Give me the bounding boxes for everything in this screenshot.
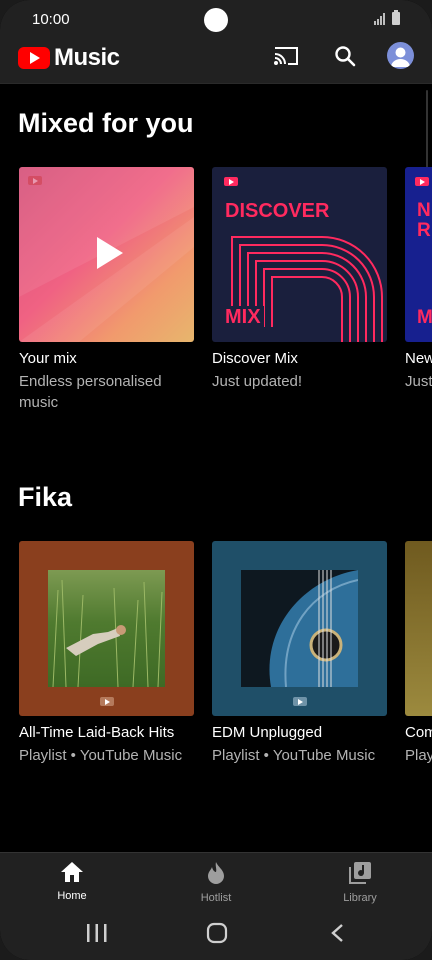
grass-photo [48,570,165,688]
library-icon [349,862,371,884]
card-subtitle: Endless personalised music [19,373,162,411]
laid-back-artwork [19,541,194,716]
card-title: Discover Mix [212,350,298,367]
home-icon [61,862,83,882]
card-title: Your mix [19,350,77,367]
nav-label-home: Home [57,890,87,902]
card-title: New [405,350,432,367]
card-title: Com [405,724,432,741]
card-discover-mix[interactable]: DISCOVER MIX Discover Mix Just updated! [212,167,387,392]
card-subtitle: Just [405,373,432,390]
card-subtitle: Playlist • YouTube Music [19,747,183,764]
youtube-badge-icon [415,177,429,186]
nav-label-hotlist: Hotlist [200,892,232,904]
guitar-illustration [269,570,359,688]
back-icon[interactable] [330,923,346,943]
section-title-mixed-for-you: Mixed for you [18,108,194,138]
status-time: 10:00 [32,11,70,28]
discover-art-text: DISCOVER [225,200,330,222]
nav-item-hotlist[interactable]: Hotlist [176,861,256,904]
youtube-music-logo[interactable]: Music [18,44,120,72]
app-bar: Music [0,40,432,84]
new-release-artwork: N R M [405,167,432,342]
edm-unplugged-artwork [212,541,387,716]
home-system-icon[interactable] [206,922,228,944]
account-avatar[interactable] [387,42,414,69]
nav-item-library[interactable]: Library [320,861,400,904]
card-your-mix[interactable]: Your mix Endless personalised music [19,167,194,413]
person-icon [391,47,410,67]
front-camera [204,8,228,32]
app-frame: 10:00 Music Mixed for you Your mix Endle… [0,0,432,960]
home-feed[interactable]: Mixed for you Your mix Endless personali… [0,84,432,852]
youtube-badge-icon [293,697,307,706]
cast-icon[interactable] [273,44,301,68]
bottom-navigation: Home Hotlist Library [0,852,432,909]
card-edm-unplugged[interactable]: EDM Unplugged Playlist • YouTube Music [212,541,387,766]
partial-artwork [405,541,432,716]
section-title-fika: Fika [18,482,73,512]
youtube-logo-icon [18,47,50,69]
recent-apps-icon[interactable] [86,923,108,943]
mix-art-text: MIX [225,306,264,329]
mix-art-text: M [417,307,432,328]
battery-icon [392,10,400,25]
system-navigation-bar [0,908,432,960]
youtube-badge-icon [28,176,42,185]
card-partial[interactable]: Com Play [405,541,432,766]
nav-label-library: Library [343,892,377,904]
flame-icon [208,862,224,884]
card-new-release-mix[interactable]: N R M New Just [405,167,432,392]
card-subtitle: Playlist • YouTube Music [212,747,376,764]
guitar-photo [241,570,359,688]
status-bar: 10:00 [0,0,432,40]
signal-icon [374,13,385,25]
card-title: EDM Unplugged [212,724,323,741]
new-art-text: N R [417,200,431,241]
discover-mix-artwork: DISCOVER MIX [212,167,387,342]
nav-item-home[interactable]: Home [32,861,112,902]
your-mix-artwork [19,167,194,342]
card-subtitle: Play [405,747,432,764]
mix-pattern [19,167,194,342]
search-icon[interactable] [334,45,356,67]
app-title: Music [54,44,120,71]
youtube-badge-icon [100,697,114,706]
person-in-grass-illustration [52,579,163,688]
card-all-time-laid-back-hits[interactable]: All-Time Laid-Back Hits Playlist • YouTu… [19,541,194,766]
card-title: All-Time Laid-Back Hits [19,724,175,741]
card-subtitle: Just updated! [212,373,303,390]
